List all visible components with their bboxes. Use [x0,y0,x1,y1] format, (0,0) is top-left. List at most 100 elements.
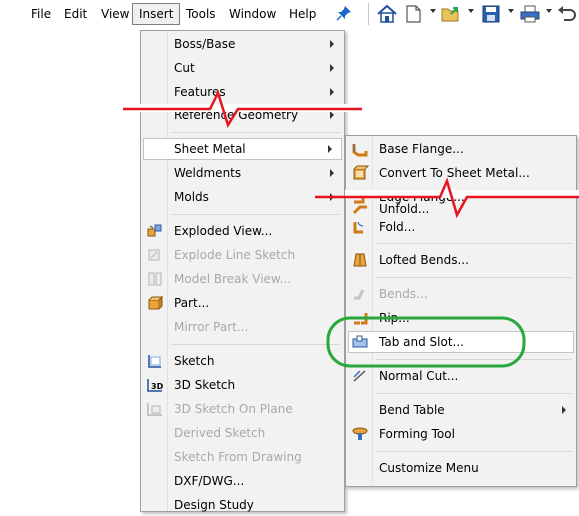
menu-item-label: Customize Menu [379,461,479,475]
save-dropdown-icon[interactable] [508,9,514,13]
menu-item-features[interactable]: Features [141,81,344,103]
home-icon[interactable] [376,4,398,24]
menu-file[interactable]: File [27,6,55,22]
menu-item-derived-sketch[interactable]: Derived Sketch [141,422,344,444]
menu-item-part[interactable]: Part... [141,292,344,314]
menu-item-model-break-view[interactable]: Model Break View... [141,268,344,290]
menu-item-label: Molds [174,190,209,204]
menu-item-label: Mirror Part... [174,320,249,334]
menu-item-cut[interactable]: Cut [141,57,344,79]
menu-item-convert-to-sheet-metal[interactable]: Convert To Sheet Metal... [346,162,576,184]
menu-item-dxf-dwg[interactable]: DXF/DWG... [141,470,344,492]
menu-item-label: Rip... [379,311,410,325]
menu-item-mirror-part[interactable]: Mirror Part... [141,316,344,338]
menu-item-lofted-bends[interactable]: Lofted Bends... [346,249,576,271]
menu-item-3d-sketch[interactable]: 3D 3D Sketch [141,374,344,396]
submenu-arrow-icon [330,64,334,72]
menu-item-label: Normal Cut... [379,369,459,383]
menu-item-label: Part... [174,296,210,310]
submenu-arrow-icon [330,40,334,48]
open-dropdown-icon[interactable] [468,9,474,13]
menu-item-design-study[interactable]: Design Study [141,494,344,516]
print-icon[interactable] [519,4,541,24]
menu-separator [376,243,572,244]
unfold-icon [351,201,369,217]
menu-item-label: Explode Line Sketch [174,248,296,262]
menu-item-rip[interactable]: Rip... [346,307,576,329]
menu-item-normal-cut[interactable]: Normal Cut... [346,365,576,387]
menu-item-label: Design Study [174,498,254,512]
menu-item-molds[interactable]: Molds [141,186,344,208]
menu-item-label: Exploded View... [174,224,273,238]
menu-item-label: 3D Sketch [174,378,236,392]
menu-separator [376,451,572,452]
menu-insert[interactable]: Insert [132,3,181,25]
menu-item-tab-and-slot[interactable]: Tab and Slot... [348,331,574,353]
menu-item-label: Fold... [379,220,416,234]
menu-item-bend-table[interactable]: Bend Table [346,399,576,421]
insert-menu: Boss/Base Cut Features Reference Geometr… [140,30,345,512]
fold-icon [351,219,369,235]
undo-icon[interactable] [556,4,578,24]
menu-help[interactable]: Help [285,6,320,22]
menu-item-label: Reference Geometry [174,108,299,122]
menu-item-base-flange[interactable]: Base Flange... [346,138,576,160]
bends-icon [351,286,369,302]
menu-separator [171,132,340,133]
menu-item-exploded-view[interactable]: Exploded View... [141,220,344,242]
print-dropdown-icon[interactable] [546,9,552,13]
menu-item-explode-line-sketch[interactable]: Explode Line Sketch [141,244,344,266]
menu-item-label: Tab and Slot... [379,335,464,349]
menu-item-reference-geometry[interactable]: Reference Geometry [141,104,344,126]
menu-item-label: Base Flange... [379,142,464,156]
menu-item-label: Weldments [174,166,242,180]
base-flange-icon [351,141,369,157]
svg-text:3D: 3D [151,382,164,391]
menu-item-label: Sketch [174,354,215,368]
submenu-arrow-icon [562,406,566,414]
tab-and-slot-icon [351,334,369,350]
menu-item-label: DXF/DWG... [174,474,245,488]
submenu-arrow-icon [330,169,334,177]
menu-view[interactable]: View [97,6,133,22]
save-icon[interactable] [480,4,502,24]
menu-item-forming-tool[interactable]: Forming Tool [346,423,576,445]
3d-sketch-on-plane-icon [146,401,164,417]
exploded-view-icon [146,223,164,239]
model-break-view-icon [146,271,164,287]
menu-tools[interactable]: Tools [182,6,220,22]
menu-item-sketch[interactable]: Sketch [141,350,344,372]
menu-item-boss-base[interactable]: Boss/Base [141,33,344,55]
menu-item-customize-menu[interactable]: Customize Menu [346,457,576,479]
menu-item-weldments[interactable]: Weldments [141,162,344,184]
new-dropdown-icon[interactable] [430,9,436,13]
menu-item-label: Boss/Base [174,37,236,51]
menu-item-sketch-from-drawing[interactable]: Sketch From Drawing [141,446,344,468]
menu-item-sheet-metal[interactable]: Sheet Metal [143,138,342,160]
menu-window[interactable]: Window [225,6,280,22]
sheet-metal-submenu: Base Flange... Convert To Sheet Metal...… [345,135,577,487]
open-folder-icon[interactable] [440,4,462,24]
menu-edit[interactable]: Edit [60,6,91,22]
menu-separator [376,277,572,278]
menu-item-bends[interactable]: Bends... [346,283,576,305]
submenu-arrow-icon [330,193,334,201]
menu-item-label: Convert To Sheet Metal... [379,166,530,180]
new-document-icon[interactable] [402,4,424,24]
pin-icon[interactable] [336,5,352,21]
rip-icon [351,310,369,326]
menu-item-fold[interactable]: Fold... [346,216,576,238]
lofted-bends-icon [351,252,369,268]
menu-item-label: Sketch From Drawing [174,450,302,464]
normal-cut-icon [351,368,369,384]
menu-bar: File Edit View Insert Tools Window Help [0,0,579,28]
menu-item-label: Features [174,85,226,99]
menu-item-label: Forming Tool [379,427,455,441]
forming-tool-icon [351,426,369,442]
submenu-arrow-icon [330,88,334,96]
menu-item-label: 3D Sketch On Plane [174,402,293,416]
menu-item-label: Model Break View... [174,272,292,286]
menu-item-3d-sketch-on-plane[interactable]: 3D Sketch On Plane [141,398,344,420]
menu-separator [171,214,340,215]
menu-item-label: Lofted Bends... [379,253,469,267]
